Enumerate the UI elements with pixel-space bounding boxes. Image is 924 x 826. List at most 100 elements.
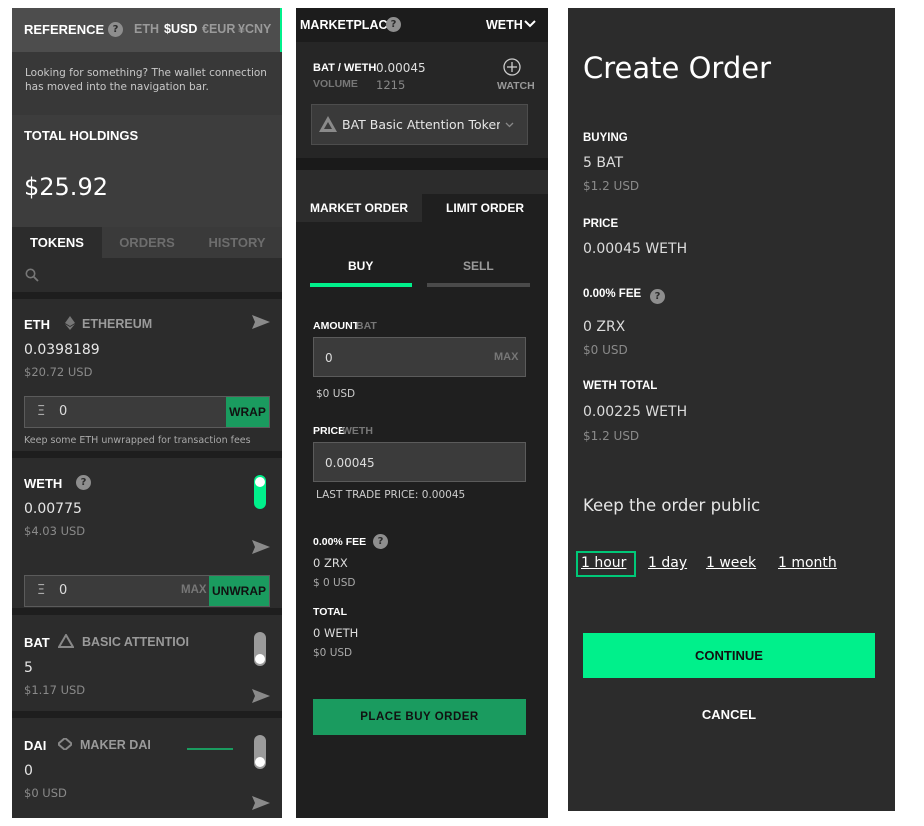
- bat-triangle-icon: [319, 116, 337, 132]
- loading-bar: [187, 748, 233, 750]
- duration-1-day[interactable]: 1 day: [648, 555, 687, 571]
- market-currency[interactable]: WETH: [486, 18, 523, 32]
- weth-toggle[interactable]: [254, 475, 266, 509]
- max-button[interactable]: MAX: [494, 351, 518, 363]
- dai-diamond-icon: [58, 738, 72, 750]
- marketplace-header: MARKETPLACE ? WETH: [296, 8, 548, 42]
- max-button[interactable]: MAX: [181, 584, 207, 596]
- token-usd: $4.03 USD: [24, 524, 86, 538]
- price-label: PRICE: [313, 425, 346, 437]
- token-symbol: BAT: [24, 635, 50, 650]
- send-icon[interactable]: [252, 796, 270, 810]
- cancel-button[interactable]: CANCEL: [583, 705, 875, 725]
- send-icon[interactable]: [252, 315, 270, 329]
- token-name: MAKER DAI: [80, 738, 151, 752]
- ethereum-icon: [65, 316, 75, 330]
- help-icon[interactable]: ?: [76, 475, 91, 490]
- total-usd: $0 USD: [313, 647, 353, 659]
- pair-price: 0.00045: [376, 61, 426, 75]
- help-icon[interactable]: ?: [386, 17, 401, 32]
- token-search[interactable]: [12, 258, 282, 293]
- public-order-label: Keep the order public: [583, 496, 761, 515]
- continue-button[interactable]: CONTINUE: [583, 633, 875, 678]
- currency-eur[interactable]: €EUR: [202, 22, 235, 36]
- unwrap-input[interactable]: Ξ 0 MAX UNWRAP: [24, 575, 270, 607]
- chevron-down-icon[interactable]: [524, 20, 536, 28]
- tab-limit-order[interactable]: LIMIT ORDER: [422, 194, 548, 222]
- send-icon[interactable]: [252, 689, 270, 703]
- plus-circle-icon[interactable]: [503, 58, 521, 76]
- create-order-dialog: Create Order BUYING 5 BAT $1.2 USD PRICE…: [568, 8, 895, 811]
- watch-label[interactable]: WATCH: [497, 80, 535, 92]
- eth-symbol-icon: Ξ: [37, 404, 46, 419]
- accent-bar: [280, 8, 282, 52]
- buying-usd: $1.2 USD: [583, 179, 640, 193]
- currency-usd[interactable]: $USD: [164, 22, 197, 36]
- place-buy-order-button[interactable]: PLACE BUY ORDER: [313, 699, 526, 735]
- token-balance: 0.0398189: [24, 342, 100, 358]
- dialog-title: Create Order: [583, 51, 771, 85]
- marketplace-panel: MARKETPLACE ? WETH BAT / WETH 0.00045 VO…: [296, 8, 548, 818]
- unwrap-amount: 0: [59, 583, 68, 598]
- total-holdings: TOTAL HOLDINGS $25.92: [12, 115, 282, 227]
- duration-1-hour[interactable]: 1 hour: [581, 555, 626, 571]
- amount-input[interactable]: 0 MAX: [313, 337, 526, 377]
- bat-toggle[interactable]: [254, 632, 266, 666]
- token-name: ETHEREUM: [82, 317, 153, 331]
- market-summary: BAT / WETH 0.00045 VOLUME 1215 WATCH BAT…: [296, 42, 548, 158]
- buying-label: BUYING: [583, 132, 628, 144]
- fee-usd: $ 0 USD: [313, 577, 356, 589]
- holdings-label: TOTAL HOLDINGS: [24, 128, 139, 143]
- token-symbol: WETH: [24, 476, 63, 491]
- currency-cny[interactable]: ¥CNY: [238, 22, 271, 36]
- volume-value: 1215: [376, 78, 406, 92]
- token-select[interactable]: BAT Basic Attention Toker: [311, 104, 528, 145]
- token-dai: DAI MAKER DAI 0 $0 USD: [12, 718, 282, 818]
- wrap-button[interactable]: WRAP: [226, 397, 269, 427]
- divider: [296, 158, 548, 170]
- wrap-note: Keep some ETH unwrapped for transaction …: [24, 435, 251, 446]
- token-usd: $20.72 USD: [24, 365, 93, 379]
- search-icon: [25, 268, 39, 282]
- token-balance: 0: [24, 763, 33, 779]
- help-icon[interactable]: ?: [650, 289, 665, 304]
- portfolio-panel: REFERENCE ? ETH $USD €EUR ¥CNY Looking f…: [12, 8, 282, 818]
- token-eth: ETH ETHEREUM 0.0398189 $20.72 USD Ξ 0 WR…: [12, 299, 282, 451]
- tab-orders[interactable]: ORDERS: [102, 227, 192, 258]
- volume-label: VOLUME: [313, 78, 358, 90]
- help-icon[interactable]: ?: [108, 22, 123, 37]
- currency-eth[interactable]: ETH: [134, 22, 159, 36]
- total-value: 0 WETH: [313, 626, 359, 640]
- wallet-notice: Looking for something? The wallet connec…: [12, 52, 282, 115]
- tab-buy[interactable]: BUY: [348, 259, 373, 273]
- last-trade-price: LAST TRADE PRICE: 0.00045: [316, 489, 466, 501]
- fee-value: 0 ZRX: [313, 556, 348, 570]
- buying-value: 5 BAT: [583, 155, 624, 171]
- token-name: BASIC ATTENTIOI: [82, 635, 189, 649]
- divider: [12, 292, 282, 299]
- dai-toggle[interactable]: [254, 735, 266, 769]
- fee-label: 0.00% FEE: [313, 536, 367, 548]
- duration-1-week[interactable]: 1 week: [706, 555, 756, 571]
- token-weth: WETH ? 0.00775 $4.03 USD Ξ 0 MAX UNWRAP: [12, 458, 282, 608]
- tab-tokens[interactable]: TOKENS: [12, 227, 102, 258]
- marketplace-title: MARKETPLACE: [300, 18, 396, 32]
- tab-sell[interactable]: SELL: [463, 259, 494, 273]
- weth-total-value: 0.00225 WETH: [583, 404, 688, 420]
- wrap-input[interactable]: Ξ 0 WRAP: [24, 396, 270, 428]
- tab-history[interactable]: HISTORY: [192, 227, 282, 258]
- tab-market-order[interactable]: MARKET ORDER: [296, 194, 422, 222]
- total-label: TOTAL: [313, 606, 348, 618]
- token-tabs: TOKENS ORDERS HISTORY: [12, 227, 282, 258]
- unwrap-button[interactable]: UNWRAP: [209, 576, 269, 606]
- fee-usd: $0 USD: [583, 343, 628, 357]
- price-input[interactable]: 0.00045: [313, 442, 526, 482]
- token-symbol: ETH: [24, 317, 50, 332]
- token-balance: 5: [24, 660, 33, 676]
- help-icon[interactable]: ?: [373, 534, 388, 549]
- send-icon[interactable]: [252, 540, 270, 554]
- divider: [12, 451, 282, 458]
- spacer: [296, 170, 548, 194]
- bat-triangle-icon: [58, 634, 74, 648]
- duration-1-month[interactable]: 1 month: [778, 555, 837, 571]
